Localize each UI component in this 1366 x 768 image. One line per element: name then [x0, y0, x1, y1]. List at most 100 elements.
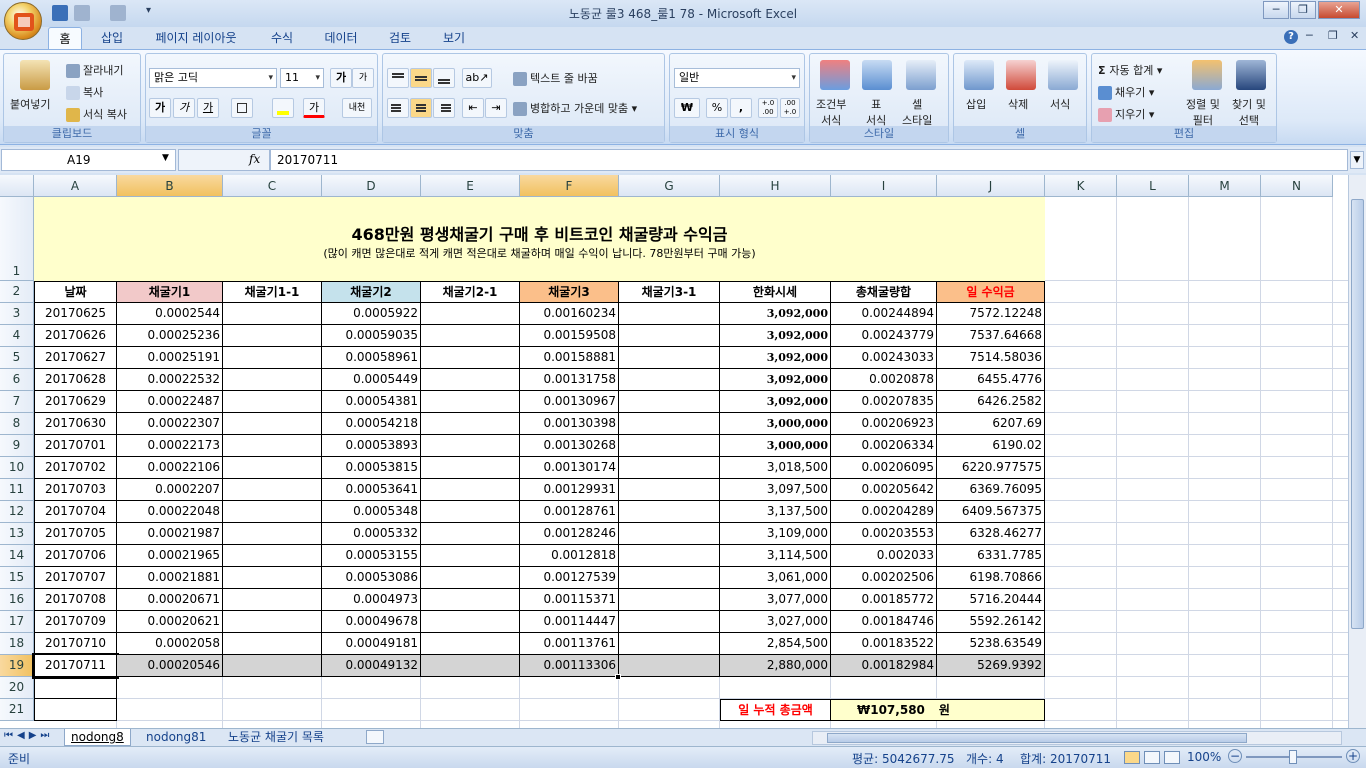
value-cell[interactable]: 0.00159508 [520, 325, 619, 347]
value-cell[interactable]: 0.00243779 [831, 325, 937, 347]
value-cell[interactable]: 3,077,000 [720, 589, 831, 611]
value-cell[interactable]: 0.00113761 [520, 633, 619, 655]
sheet-tab-nodong81[interactable]: nodong81 [140, 729, 212, 746]
value-cell[interactable]: 0.00022307 [117, 413, 223, 435]
grow-font-button[interactable]: 가 [330, 68, 352, 88]
row-header[interactable]: 20 [0, 677, 34, 699]
sort-filter-icon[interactable] [1192, 60, 1222, 90]
bold-button[interactable]: 가 [149, 98, 171, 118]
value-cell[interactable] [619, 545, 720, 567]
wrap-text-button[interactable]: 텍스트 줄 바꿈 [513, 70, 598, 86]
row-header[interactable]: 16 [0, 589, 34, 611]
value-cell[interactable]: 0.00020621 [117, 611, 223, 633]
value-cell[interactable] [619, 391, 720, 413]
font-name-select[interactable]: 맑은 고딕 [149, 68, 277, 88]
orientation-button[interactable]: ab↗ [462, 68, 492, 88]
sheet-tab-nodong8[interactable]: nodong8 [64, 729, 131, 746]
align-bottom-button[interactable] [433, 68, 455, 88]
value-cell[interactable]: 0.00128246 [520, 523, 619, 545]
align-left-button[interactable] [387, 98, 409, 118]
date-cell[interactable]: 20170627 [34, 347, 117, 369]
value-cell[interactable]: 0.00025191 [117, 347, 223, 369]
value-cell[interactable] [421, 479, 520, 501]
tab-page-layout[interactable]: 페이지 레이아웃 [146, 27, 246, 49]
value-cell[interactable]: 3,092,000 [720, 347, 831, 369]
comma-button[interactable]: , [730, 98, 752, 118]
row-header[interactable]: 8 [0, 413, 34, 435]
table-header-cell[interactable]: 일 수익금 [937, 281, 1045, 303]
value-cell[interactable]: 0.00182984 [831, 655, 937, 677]
value-cell[interactable] [421, 457, 520, 479]
value-cell[interactable]: 0.00021987 [117, 523, 223, 545]
value-cell[interactable]: 0.0005332 [322, 523, 421, 545]
value-cell[interactable] [421, 413, 520, 435]
name-box[interactable]: A19 [1, 149, 176, 171]
value-cell[interactable] [223, 567, 322, 589]
date-cell[interactable]: 20170705 [34, 523, 117, 545]
align-center-button[interactable] [410, 98, 432, 118]
table-header-cell[interactable]: 한화시세 [720, 281, 831, 303]
value-cell[interactable] [223, 501, 322, 523]
column-header[interactable]: K [1045, 175, 1117, 197]
value-cell[interactable]: 0.00127539 [520, 567, 619, 589]
value-cell[interactable]: 6190.02 [937, 435, 1045, 457]
date-cell[interactable]: 20170709 [34, 611, 117, 633]
formula-input[interactable]: 20170711 [270, 149, 1348, 171]
value-cell[interactable] [619, 479, 720, 501]
row-header[interactable]: 12 [0, 501, 34, 523]
autosum-button[interactable]: Σ 자동 합계 ▾ [1098, 62, 1162, 78]
value-cell[interactable]: 5592.26142 [937, 611, 1045, 633]
value-cell[interactable] [223, 633, 322, 655]
fill-button[interactable]: 채우기 ▾ [1098, 84, 1154, 100]
zoom-out-icon[interactable]: − [1228, 749, 1242, 763]
maximize-button[interactable]: ❐ [1290, 1, 1316, 19]
italic-button[interactable]: 가 [173, 98, 195, 118]
paste-icon[interactable] [20, 60, 50, 90]
value-cell[interactable]: 0.0004973 [322, 589, 421, 611]
column-header[interactable]: J [937, 175, 1045, 197]
workbook-close-button[interactable]: ✕ [1350, 29, 1359, 42]
date-cell[interactable]: 20170703 [34, 479, 117, 501]
column-header[interactable]: A [34, 175, 117, 197]
value-cell[interactable]: 0.00202506 [831, 567, 937, 589]
value-cell[interactable]: 0.00206334 [831, 435, 937, 457]
decrease-decimal-button[interactable]: .00 +.0 [780, 98, 800, 118]
value-cell[interactable]: 2,880,000 [720, 655, 831, 677]
value-cell[interactable]: 0.00058961 [322, 347, 421, 369]
row-header[interactable]: 9 [0, 435, 34, 457]
value-cell[interactable]: 3,092,000 [720, 303, 831, 325]
date-cell[interactable]: 20170710 [34, 633, 117, 655]
horizontal-scrollbar[interactable] [812, 731, 1342, 745]
value-cell[interactable]: 0.00206095 [831, 457, 937, 479]
value-cell[interactable]: 3,092,000 [720, 325, 831, 347]
date-cell[interactable]: 20170701 [34, 435, 117, 457]
copy-button[interactable]: 복사 [66, 84, 103, 100]
column-header[interactable]: G [619, 175, 720, 197]
date-cell[interactable]: 20170630 [34, 413, 117, 435]
value-cell[interactable]: 0.00053815 [322, 457, 421, 479]
table-header-cell[interactable]: 채굴기3-1 [619, 281, 720, 303]
sheet-tab-list[interactable]: 노동균 채굴기 목록 [222, 729, 330, 746]
value-cell[interactable]: 0.0002544 [117, 303, 223, 325]
column-header[interactable]: H [720, 175, 831, 197]
value-cell[interactable] [619, 589, 720, 611]
select-all-corner[interactable] [0, 175, 34, 197]
value-cell[interactable]: 3,000,000 [720, 413, 831, 435]
cell-styles-icon[interactable] [906, 60, 936, 90]
column-header[interactable]: D [322, 175, 421, 197]
delete-cells-button[interactable]: 삭제 [1008, 96, 1028, 112]
phonetic-button[interactable]: 내천 [342, 98, 372, 118]
value-cell[interactable] [421, 391, 520, 413]
row-header[interactable]: 17 [0, 611, 34, 633]
value-cell[interactable]: 6369.76095 [937, 479, 1045, 501]
value-cell[interactable]: 0.00160234 [520, 303, 619, 325]
table-header-cell[interactable]: 채굴기2 [322, 281, 421, 303]
expand-formula-icon[interactable]: ▼ [1350, 151, 1364, 169]
value-cell[interactable]: 3,061,000 [720, 567, 831, 589]
font-size-select[interactable]: 11 [280, 68, 324, 88]
tab-formulas[interactable]: 수식 [262, 27, 302, 49]
column-header[interactable]: M [1189, 175, 1261, 197]
value-cell[interactable] [421, 545, 520, 567]
value-cell[interactable]: 0.00130398 [520, 413, 619, 435]
value-cell[interactable]: 6220.977575 [937, 457, 1045, 479]
